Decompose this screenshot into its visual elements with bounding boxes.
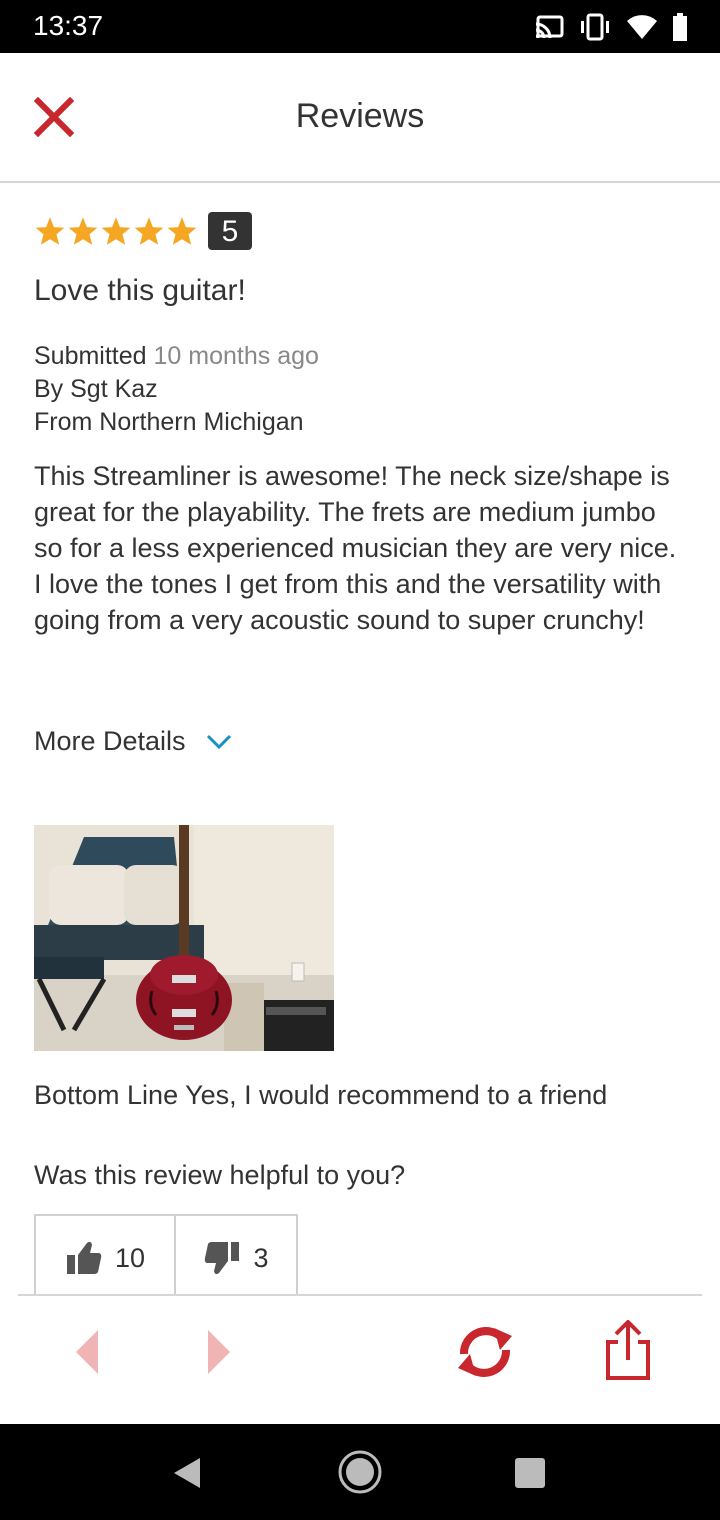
- back-icon[interactable]: [172, 1456, 202, 1490]
- prev-arrow-icon[interactable]: [74, 1328, 100, 1376]
- review-photo[interactable]: [34, 825, 334, 1051]
- author-line: By Sgt Kaz: [34, 375, 158, 403]
- star-icon: [68, 217, 98, 245]
- guitar-photo: [34, 825, 334, 1051]
- helpful-yes-button[interactable]: 10: [36, 1216, 176, 1300]
- submitted-when: 10 months ago: [153, 342, 319, 370]
- star-icon: [134, 217, 164, 245]
- helpful-votes: 10 3: [34, 1214, 298, 1300]
- share-icon[interactable]: [604, 1320, 652, 1382]
- bottom-line: Bottom Line Yes, I would recommend to a …: [34, 1080, 608, 1110]
- helpful-no-button[interactable]: 3: [176, 1216, 296, 1300]
- submitted-label: Submitted: [34, 342, 147, 370]
- page-title: Reviews: [295, 97, 425, 135]
- helpful-no-count: 3: [253, 1242, 269, 1273]
- star-icon: [167, 217, 197, 245]
- next-arrow-icon[interactable]: [206, 1328, 232, 1376]
- star-rating: [34, 216, 198, 246]
- thumbs-down-icon: [205, 1242, 240, 1275]
- recents-icon[interactable]: [514, 1457, 546, 1489]
- thumbs-up-icon: [66, 1241, 102, 1274]
- helpful-question: Was this review helpful to you?: [34, 1160, 406, 1190]
- battery-icon: [673, 13, 687, 41]
- chevron-down-icon: [206, 734, 231, 749]
- star-icon: [101, 217, 131, 245]
- refresh-icon[interactable]: [450, 1324, 520, 1380]
- review-body: This Streamliner is awesome! The neck si…: [34, 461, 677, 635]
- review-title: Love this guitar!: [34, 274, 246, 307]
- status-icons: [534, 12, 688, 42]
- rating-row: 5: [34, 210, 684, 252]
- review-meta: Submitted 10 months ago By Sgt Kaz From …: [34, 340, 319, 439]
- app-header: Reviews: [0, 53, 720, 183]
- rating-badge: 5: [208, 212, 252, 250]
- status-bar: 13:37: [0, 0, 720, 53]
- star-icon: [35, 217, 65, 245]
- bottom-toolbar: [18, 1294, 702, 1426]
- vibrate-icon: [581, 13, 609, 41]
- helpful-yes-count: 10: [114, 1242, 146, 1273]
- system-nav-bar: [0, 1424, 720, 1520]
- review-content: 5 Love this guitar! Submitted 10 months …: [34, 210, 684, 1300]
- home-icon[interactable]: [337, 1449, 383, 1495]
- wifi-icon: [627, 15, 657, 39]
- more-details-label: More Details: [34, 726, 186, 756]
- more-details-toggle[interactable]: More Details: [34, 726, 232, 757]
- cast-icon: [535, 15, 564, 39]
- location-line: From Northern Michigan: [34, 408, 304, 436]
- status-time: 13:37: [33, 10, 104, 41]
- submitted-line: Submitted 10 months ago: [34, 340, 319, 373]
